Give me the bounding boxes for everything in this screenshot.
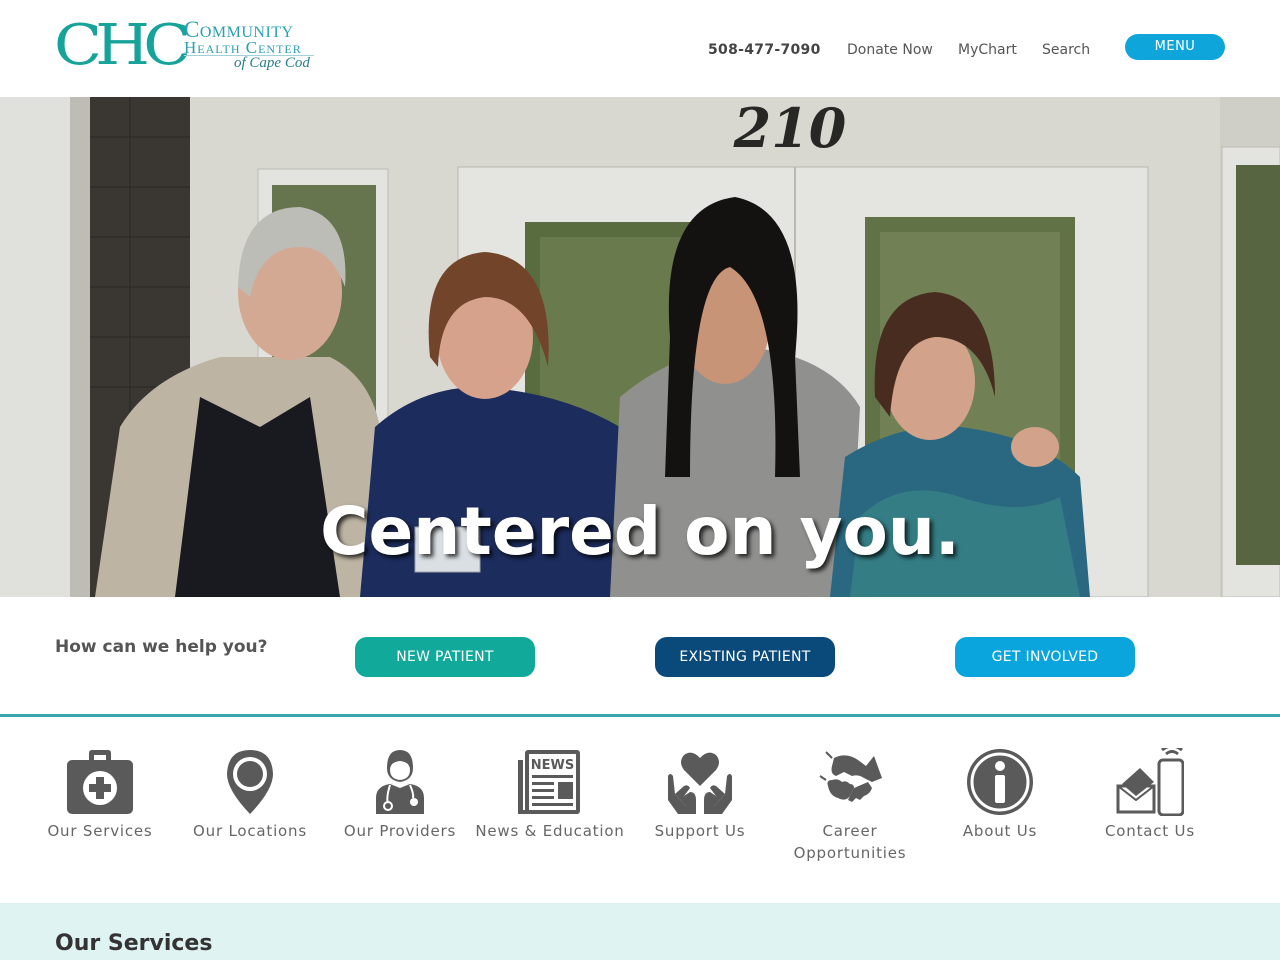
- help-prompt: How can we help you?: [55, 637, 268, 657]
- phone-link[interactable]: 508-477-7090: [708, 40, 821, 60]
- svg-text:NEWS: NEWS: [531, 758, 574, 773]
- site-header: CHC Community Health Center of Cape Cod …: [0, 0, 1280, 97]
- handshake-icon: [819, 751, 882, 802]
- menu-button[interactable]: MENU: [1125, 34, 1225, 60]
- quicklink-our-locations[interactable]: Our Locations: [175, 748, 325, 842]
- get-involved-button[interactable]: GET INVOLVED: [955, 637, 1135, 677]
- quicklink-our-providers[interactable]: Our Providers: [325, 748, 475, 842]
- quicklink-label: Support Us: [654, 822, 746, 840]
- hero-banner: 210 Centered on you. Healthcare for the …: [0, 97, 1280, 597]
- quicklinks-row: Our Services Our Locations Our Providers: [0, 720, 1280, 903]
- medical-kit-icon: [67, 750, 133, 814]
- quicklink-label: Our Locations: [193, 822, 307, 840]
- our-services-section: Our Services: [0, 903, 1280, 960]
- search-link[interactable]: Search: [1042, 40, 1090, 60]
- mychart-link[interactable]: MyChart: [958, 40, 1017, 60]
- help-bar: How can we help you? NEW PATIENT EXISTIN…: [0, 597, 1280, 717]
- quicklink-career-opportunities[interactable]: Career Opportunities: [775, 748, 925, 864]
- quicklink-contact-us[interactable]: Contact Us: [1075, 748, 1225, 842]
- quicklink-label: News & Education: [475, 822, 625, 840]
- quicklink-label: About Us: [962, 822, 1038, 840]
- info-icon: [967, 749, 1033, 815]
- quicklink-support-us[interactable]: Support Us: [625, 748, 775, 842]
- newspaper-icon: NEWS: [518, 750, 580, 814]
- quicklink-our-services[interactable]: Our Services: [25, 748, 175, 842]
- logo-text-cape-cod: of Cape Cod: [234, 55, 310, 71]
- quicklink-label: Career Opportunities: [793, 822, 907, 862]
- heart-hands-icon: [668, 752, 732, 814]
- donate-now-link[interactable]: Donate Now: [847, 40, 933, 60]
- hero-title: Centered on you.: [320, 493, 960, 570]
- doctor-icon: [376, 750, 424, 814]
- quicklink-label: Contact Us: [1105, 822, 1195, 840]
- quicklink-label: Our Providers: [343, 822, 457, 840]
- map-pin-icon: [227, 750, 273, 814]
- quicklink-news-education[interactable]: NEWS News & Education: [475, 748, 625, 842]
- contact-phone-mail-icon: [1116, 748, 1184, 816]
- section-title: Our Services: [55, 931, 213, 956]
- quicklink-about-us[interactable]: About Us: [925, 748, 1075, 842]
- existing-patient-button[interactable]: EXISTING PATIENT: [655, 637, 835, 677]
- logo-mark: CHC: [54, 13, 191, 78]
- site-logo[interactable]: CHC Community Health Center of Cape Cod: [54, 18, 316, 84]
- quicklink-label: Our Services: [47, 822, 153, 840]
- new-patient-button[interactable]: NEW PATIENT: [355, 637, 535, 677]
